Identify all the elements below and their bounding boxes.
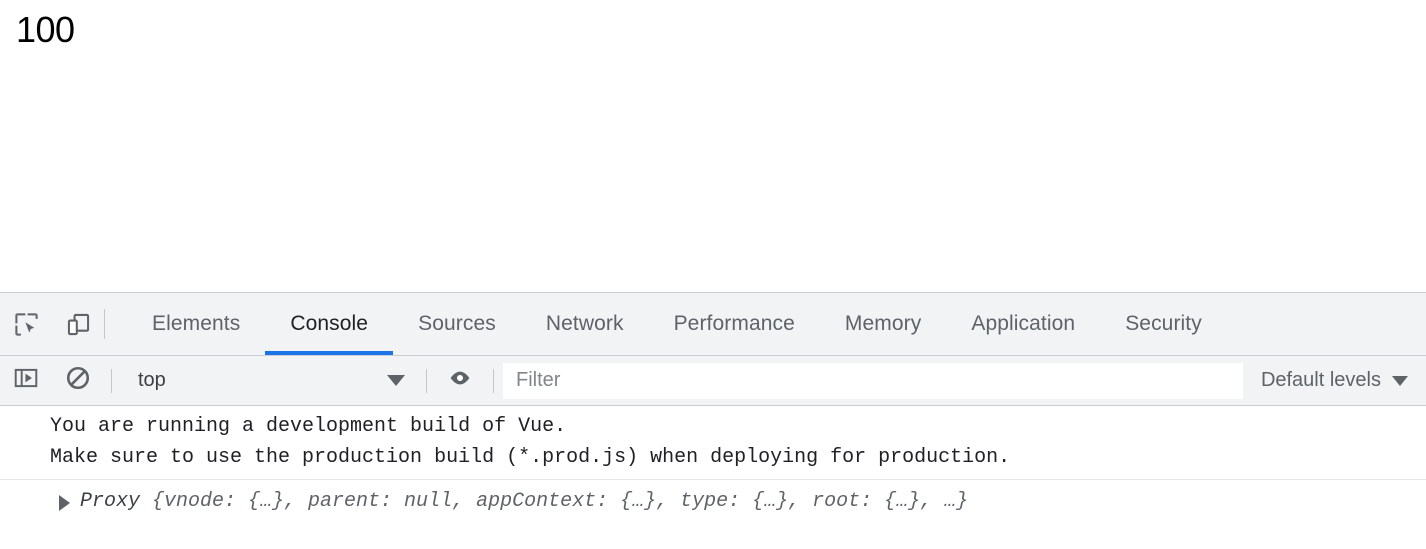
tab-label: Memory xyxy=(844,312,922,335)
device-toolbar-icon xyxy=(65,311,92,338)
tab-console[interactable]: Console xyxy=(265,293,393,355)
console-toolbar-divider-3 xyxy=(493,368,494,393)
toolbar-divider xyxy=(104,309,105,339)
console-toolbar-divider xyxy=(111,368,112,393)
inspect-element-button[interactable] xyxy=(0,293,52,355)
tab-label: Elements xyxy=(152,312,241,335)
tab-application[interactable]: Application xyxy=(946,293,1100,355)
console-sidebar-toggle-button[interactable] xyxy=(0,356,52,406)
tab-label: Console xyxy=(290,312,369,335)
page-content: 100 xyxy=(0,0,1426,60)
chevron-down-icon xyxy=(387,375,405,386)
clear-console-icon xyxy=(65,365,91,396)
execution-context-select[interactable]: top xyxy=(119,356,419,406)
tab-network[interactable]: Network xyxy=(521,293,649,355)
tab-label: Performance xyxy=(673,312,795,335)
clear-console-button[interactable] xyxy=(52,356,104,406)
tab-memory[interactable]: Memory xyxy=(820,293,946,355)
console-message-line: Make sure to use the production build (*… xyxy=(50,446,1011,469)
execution-context-label: top xyxy=(138,369,166,391)
console-message-list: You are running a development build of V… xyxy=(0,406,1426,549)
tab-label: Network xyxy=(545,312,624,335)
tab-performance[interactable]: Performance xyxy=(649,293,820,355)
tab-security[interactable]: Security xyxy=(1100,293,1227,355)
console-toolbar: top Default levels xyxy=(0,356,1426,406)
disclosure-triangle-icon[interactable] xyxy=(59,495,70,511)
tab-sources[interactable]: Sources xyxy=(393,293,521,355)
devtools-tab-list: Elements Console Sources Network Perform… xyxy=(127,293,1227,355)
console-sidebar-icon xyxy=(13,365,39,396)
live-expression-button[interactable] xyxy=(434,356,486,406)
inspect-element-icon xyxy=(13,311,40,338)
tab-label: Sources xyxy=(418,312,496,335)
live-expression-eye-icon xyxy=(446,364,474,397)
devtools-tabbar: Elements Console Sources Network Perform… xyxy=(0,293,1426,356)
tab-label: Security xyxy=(1125,312,1202,335)
chevron-down-icon xyxy=(1392,375,1408,386)
log-levels-label: Default levels xyxy=(1260,369,1381,391)
filter-input[interactable] xyxy=(503,362,1243,399)
object-preview: Proxy {vnode: {…}, parent: null, appCont… xyxy=(80,486,968,517)
console-message-line: You are running a development build of V… xyxy=(50,415,567,438)
console-message-warning[interactable]: You are running a development build of V… xyxy=(0,406,1426,480)
console-toolbar-divider-2 xyxy=(426,368,427,393)
object-class-name: Proxy xyxy=(80,490,141,513)
device-toolbar-button[interactable] xyxy=(52,293,104,355)
log-levels-select[interactable]: Default levels xyxy=(1245,356,1426,406)
page-viewport: 100 xyxy=(0,0,1426,292)
devtools-panel: Elements Console Sources Network Perform… xyxy=(0,292,1426,549)
counter-value: 100 xyxy=(16,9,75,50)
tab-elements[interactable]: Elements xyxy=(127,293,265,355)
object-preview-text: {vnode: {…}, parent: null, appContext: {… xyxy=(140,490,969,513)
console-message-object[interactable]: Proxy {vnode: {…}, parent: null, appCont… xyxy=(0,480,1426,524)
tab-label: Application xyxy=(971,312,1076,335)
